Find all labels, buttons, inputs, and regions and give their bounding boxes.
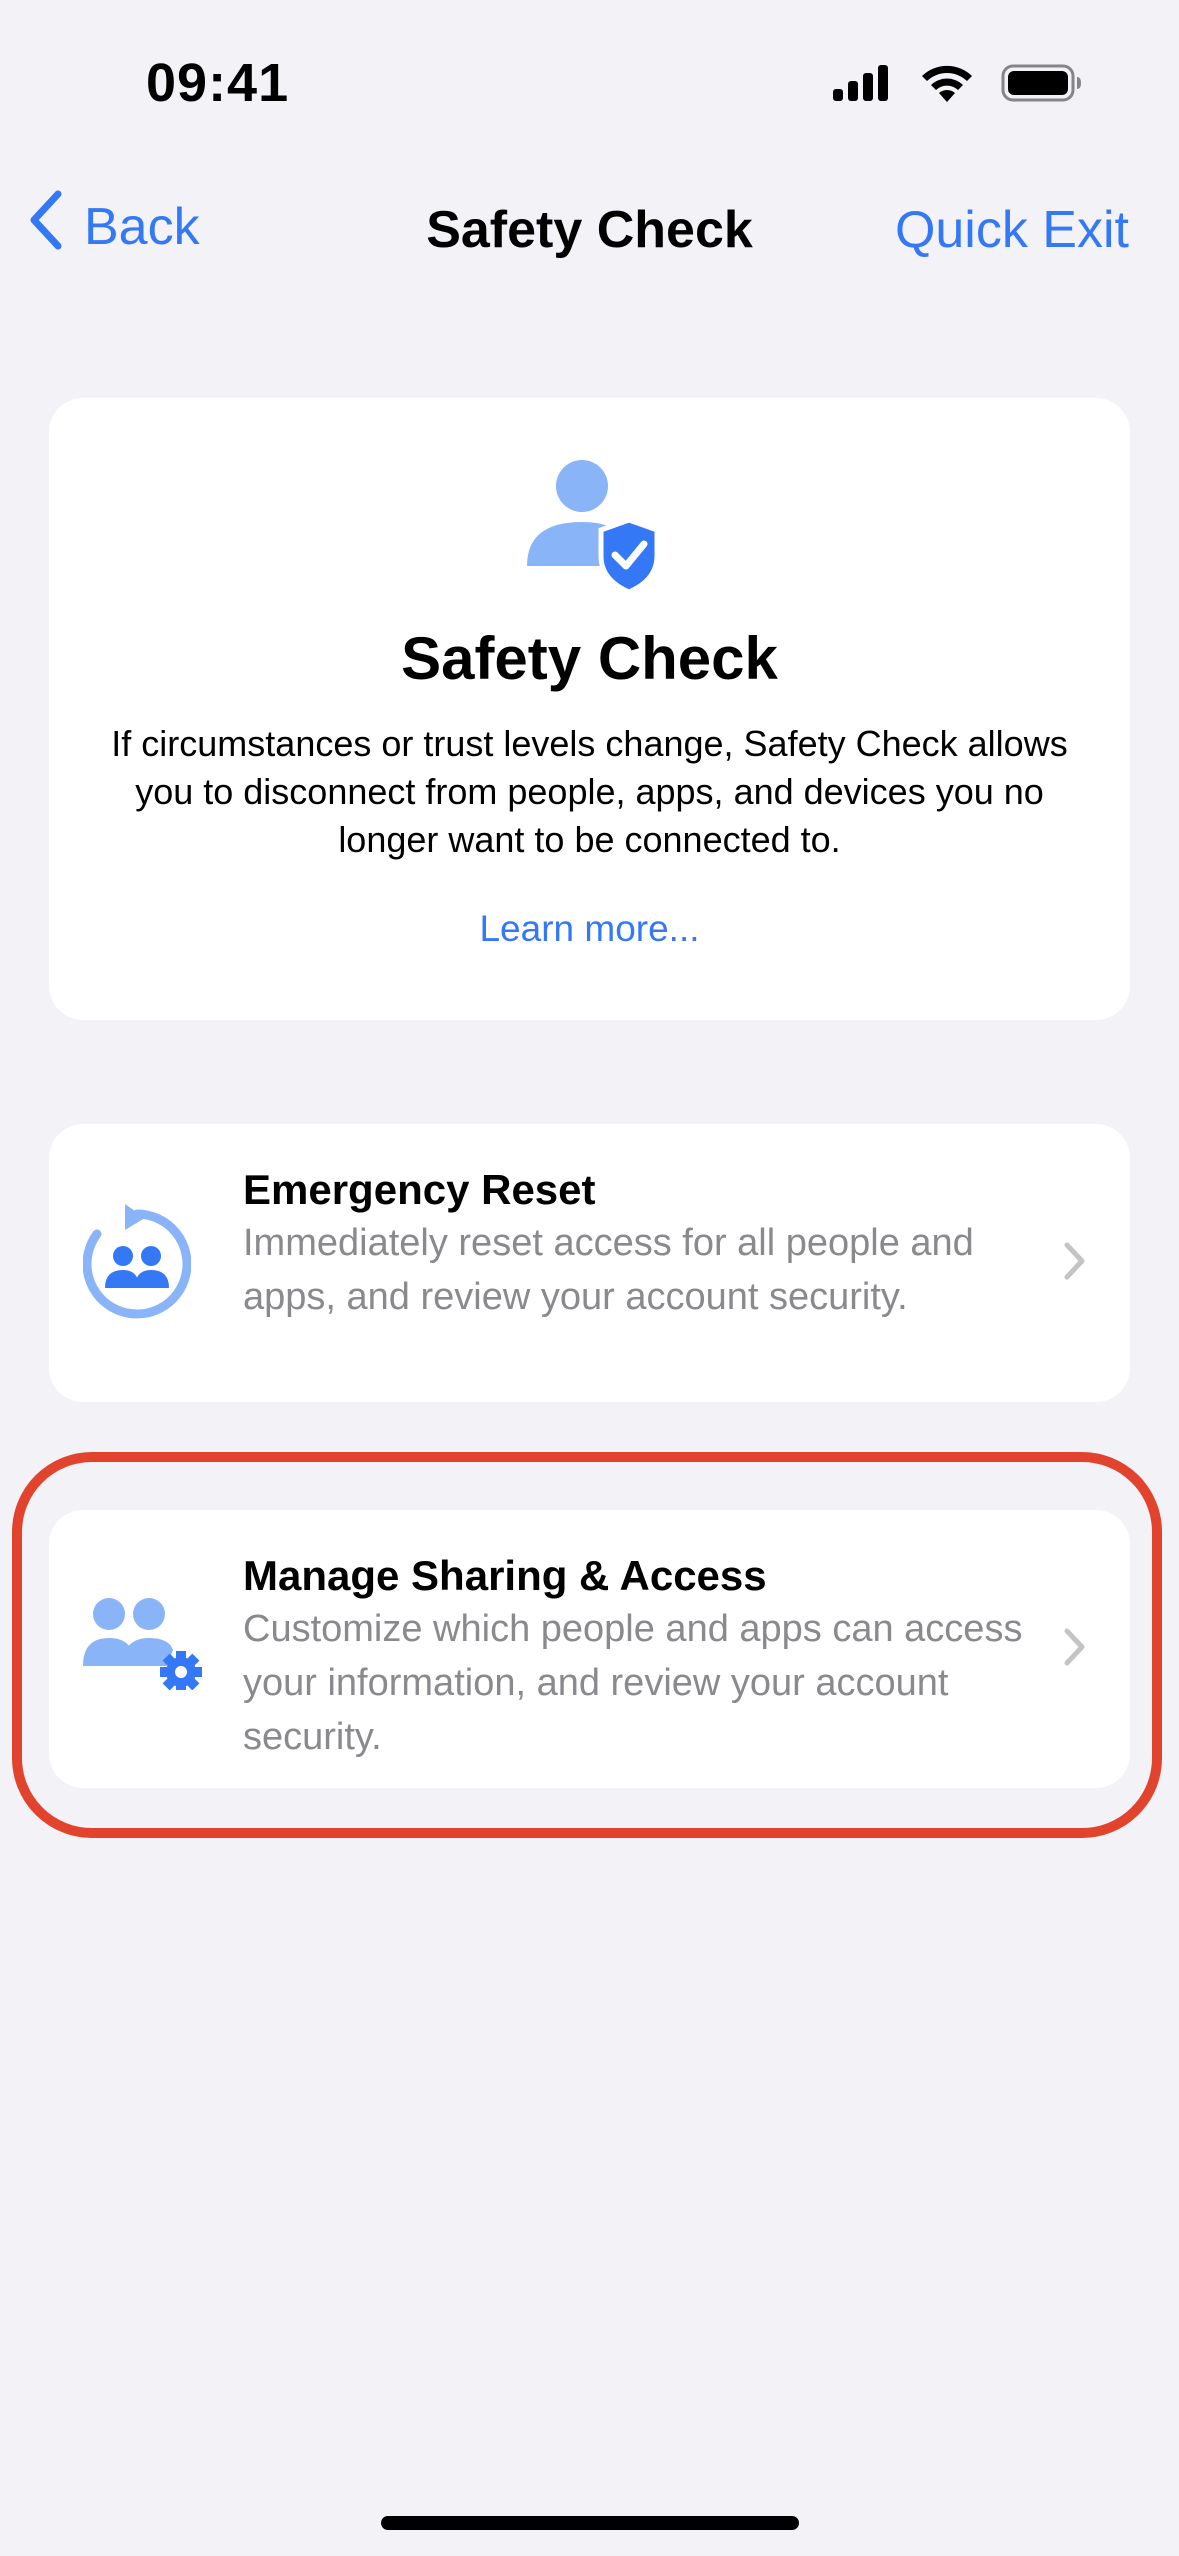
emergency-reset-title: Emergency Reset: [243, 1166, 596, 1213]
status-bar: 09:41: [0, 0, 1179, 170]
status-time: 09:41: [146, 53, 290, 113]
manage-sharing-title: Manage Sharing & Access: [243, 1552, 767, 1599]
person-shield-icon: [527, 456, 667, 601]
emergency-reset-description: Immediately reset access for all people …: [243, 1222, 974, 1318]
hero-title: Safety Check: [401, 625, 778, 692]
nav-bar: Back Safety Check Quick Exit: [0, 180, 1179, 280]
quick-exit-button[interactable]: Quick Exit: [895, 200, 1129, 260]
cellular-signal-icon: [831, 63, 893, 108]
people-gear-icon: [83, 1590, 207, 1695]
chevron-right-icon: [1064, 1242, 1086, 1285]
wifi-icon: [919, 62, 975, 109]
manage-sharing-access-option[interactable]: Manage Sharing & Access Customize which …: [49, 1510, 1130, 1788]
hero-card: Safety Check If circumstances or trust l…: [49, 398, 1130, 1020]
hero-description: If circumstances or trust levels change,…: [111, 723, 1068, 860]
manage-sharing-description: Customize which people and apps can acce…: [243, 1608, 1023, 1758]
status-icons: [831, 62, 1083, 109]
learn-more-link[interactable]: Learn more...: [49, 908, 1130, 950]
emergency-reset-icon: [82, 1204, 192, 1325]
home-indicator[interactable]: [381, 2516, 799, 2530]
emergency-reset-option[interactable]: Emergency Reset Immediately reset access…: [49, 1124, 1130, 1402]
battery-icon: [1001, 63, 1083, 108]
chevron-right-icon: [1064, 1628, 1086, 1671]
